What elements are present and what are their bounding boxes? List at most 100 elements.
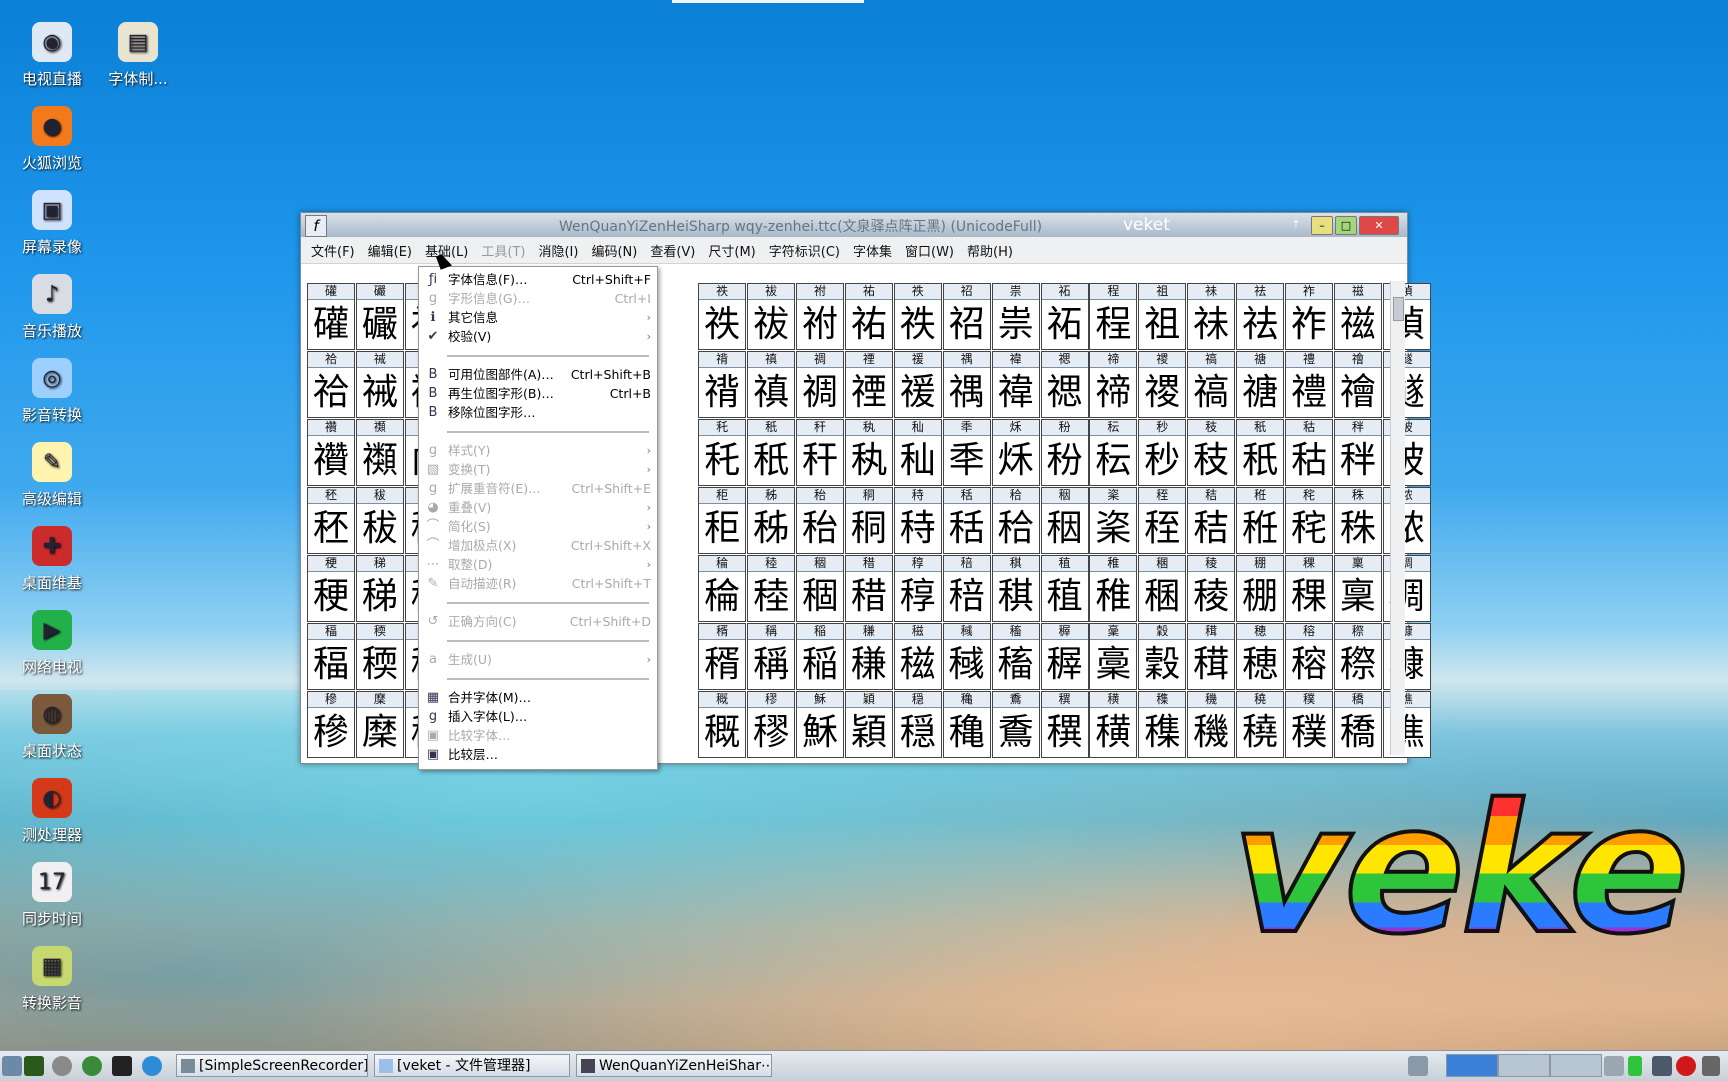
- glyph-cell[interactable]: 秡秡: [355, 487, 404, 554]
- terminal-icon[interactable]: [112, 1056, 132, 1076]
- glyph-cell[interactable]: 祫祫: [307, 351, 355, 418]
- taskbar-window-button[interactable]: [veket - 文件管理器]: [374, 1054, 570, 1077]
- glyph-cell[interactable]: 秠秠: [307, 487, 355, 554]
- glyph-cell[interactable]: 穊穊: [698, 691, 747, 758]
- desktop-icon[interactable]: ● 火狐浏览: [6, 106, 98, 173]
- glyph-cell[interactable]: 禕禕: [991, 351, 1040, 418]
- glyph-cell[interactable]: 祒祒: [942, 283, 991, 350]
- glyph-cell[interactable]: 禂禂: [796, 351, 844, 418]
- glyph-cell[interactable]: 祐祐: [844, 283, 893, 350]
- glyph-cell[interactable]: 程程: [1089, 283, 1138, 350]
- glyph-cell[interactable]: 稺稺: [1040, 623, 1089, 690]
- glyph-cell[interactable]: 秆秆: [796, 419, 844, 486]
- glyph-cell[interactable]: 秴秴: [991, 487, 1040, 554]
- clipboard-icon[interactable]: [1702, 1056, 1720, 1076]
- glyph-cell[interactable]: 穚穚: [1333, 691, 1382, 758]
- paw-icon[interactable]: [52, 1056, 72, 1076]
- glyph-cell[interactable]: 秇秇: [844, 419, 893, 486]
- glyph-cell[interactable]: 穘穘: [1236, 691, 1285, 758]
- glyph-cell[interactable]: 穎穎: [844, 691, 893, 758]
- desktop-icon[interactable]: ▤ 字体制...: [92, 22, 184, 89]
- glyph-cell[interactable]: 稸稸: [991, 623, 1040, 690]
- glyph-cell[interactable]: 秓秓: [1187, 419, 1236, 486]
- glyph-cell[interactable]: 秼秼: [1333, 487, 1382, 554]
- battery-icon[interactable]: [1628, 1056, 1642, 1076]
- glyph-cell[interactable]: 秷秷: [1138, 487, 1187, 554]
- close-button[interactable]: ✕: [1359, 216, 1399, 235]
- glyph-cell[interactable]: 禋禋: [844, 351, 893, 418]
- glyph-cell[interactable]: 祑祑: [698, 283, 747, 350]
- window-titlebar[interactable]: f WenQuanYiZenHeiSharp wqy-zenhei.ttc(文泉…: [301, 213, 1407, 237]
- glyph-cell[interactable]: 稾稾: [1089, 623, 1138, 690]
- dropdown-menu-item[interactable]: B 再生位图字形(B)… Ctrl+B: [419, 385, 657, 403]
- menu-start-icon[interactable]: [2, 1056, 22, 1076]
- keyboard-icon[interactable]: [1604, 1056, 1624, 1076]
- desktop-icon[interactable]: 17 同步时间: [6, 862, 98, 929]
- glyph-cell[interactable]: 秶秶: [1089, 487, 1138, 554]
- glyph-cell[interactable]: 穈穈: [355, 691, 404, 758]
- glyph-cell[interactable]: 秮秮: [796, 487, 844, 554]
- glyph-cell[interactable]: 祓祓: [747, 283, 796, 350]
- glyph-cell[interactable]: 祚祚: [1285, 283, 1333, 350]
- glyph-cell[interactable]: 秭秭: [747, 487, 796, 554]
- glyph-cell[interactable]: 稛稛: [1138, 555, 1187, 622]
- glyph-cell[interactable]: 祔祔: [796, 283, 844, 350]
- glyph-cell[interactable]: 穄穄: [1333, 623, 1382, 690]
- glyph-cell[interactable]: 稓稓: [844, 555, 893, 622]
- glyph-cell[interactable]: 祴祴: [355, 351, 404, 418]
- record-icon[interactable]: [1676, 1056, 1696, 1076]
- glyph-cell[interactable]: 稒稒: [796, 555, 844, 622]
- desktop-icon[interactable]: ◐ 测处理器: [6, 778, 98, 845]
- glyph-cell[interactable]: 禗禗: [1040, 351, 1089, 418]
- glyph-cell[interactable]: 稚稚: [1089, 555, 1138, 622]
- fontforge-app-icon[interactable]: f: [305, 215, 327, 237]
- glyph-cell[interactable]: 稜稜: [1187, 555, 1236, 622]
- glyph-cell[interactable]: 秊秊: [942, 419, 991, 486]
- menu-item[interactable]: 尺寸(M): [708, 241, 755, 260]
- glyph-cell[interactable]: 秵秵: [1040, 487, 1089, 554]
- glyph-cell[interactable]: 秌秌: [991, 419, 1040, 486]
- glyph-cell[interactable]: 稬稬: [355, 623, 404, 690]
- globe-icon[interactable]: [142, 1056, 162, 1076]
- desktop-icon[interactable]: ▦ 转换影音: [6, 946, 98, 1013]
- glyph-cell[interactable]: 祙祙: [1187, 283, 1236, 350]
- glyph-cell[interactable]: 禬禬: [1333, 351, 1382, 418]
- glyph-cell[interactable]: 秲秲: [893, 487, 942, 554]
- glyph-cell[interactable]: 禝禝: [1138, 351, 1187, 418]
- menu-item[interactable]: 编码(N): [591, 241, 637, 260]
- glyph-cell[interactable]: 禘禘: [1089, 351, 1138, 418]
- maximize-button[interactable]: □: [1335, 216, 1357, 235]
- taskbar-window-button[interactable]: [SimpleScreenRecorder]: [176, 1054, 368, 1077]
- desktop-icon[interactable]: ◉ 电视直播: [6, 22, 98, 89]
- scrollbar-thumb[interactable]: [1393, 297, 1404, 321]
- glyph-cell[interactable]: 稵稵: [893, 623, 942, 690]
- glyph-cell[interactable]: 禙禙: [698, 351, 747, 418]
- glyph-cell[interactable]: 稊稊: [355, 555, 404, 622]
- glyph-cell[interactable]: 穌穌: [796, 691, 844, 758]
- dropdown-menu-item[interactable]: ▣ 比较层…: [419, 746, 657, 764]
- glyph-cell[interactable]: 禶禶: [307, 419, 355, 486]
- glyph-cell[interactable]: 稴稴: [844, 623, 893, 690]
- dropdown-menu-item[interactable]: ƒi 字体信息(F)… Ctrl+Shift+F: [419, 271, 657, 289]
- glyph-cell[interactable]: 礹礹: [355, 283, 404, 350]
- glyph-cell[interactable]: 稙稙: [1040, 555, 1089, 622]
- glyph-cell[interactable]: 稶稶: [942, 623, 991, 690]
- minimize-button[interactable]: –: [1311, 216, 1333, 235]
- desktop-icon[interactable]: ✚ 桌面维基: [6, 526, 98, 593]
- glyph-cell[interactable]: 禛禛: [747, 351, 796, 418]
- glyph-cell[interactable]: 穏穏: [893, 691, 942, 758]
- glyph-cell[interactable]: 秸秸: [1187, 487, 1236, 554]
- glyph-cell[interactable]: 秬秬: [698, 487, 747, 554]
- glyph-cell[interactable]: 禮禮: [1285, 351, 1333, 418]
- glyph-cell[interactable]: 秳秳: [942, 487, 991, 554]
- menu-item[interactable]: 查看(V): [650, 241, 695, 260]
- desktop-icon[interactable]: ◍ 桌面状态: [6, 694, 98, 761]
- desktop-icon[interactable]: ▶ 网络电视: [6, 610, 98, 677]
- glyph-cell[interactable]: 穓穓: [1040, 691, 1089, 758]
- dropdown-menu-item[interactable]: ✔ 校验(V) ›: [419, 328, 657, 346]
- glyph-cell[interactable]: 穁穁: [1187, 623, 1236, 690]
- glyph-cell[interactable]: 秚秚: [1333, 419, 1382, 486]
- dropdown-menu-item[interactable]: g 插入字体(L)…: [419, 708, 657, 726]
- menu-item[interactable]: 字符标识(C): [769, 241, 840, 260]
- glyph-cell[interactable]: 祛祛: [1236, 283, 1285, 350]
